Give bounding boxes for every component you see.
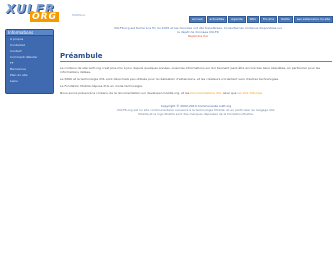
footer-line-3: Mozilla et le logo Mozilla sont des marq…: [138, 112, 254, 116]
paragraph-4-middle: ainsi que: [222, 91, 237, 95]
title-divider: [60, 61, 332, 62]
site-slogan: MOZILLA: [72, 13, 86, 17]
nav-accueil[interactable]: accueil: [188, 16, 206, 23]
site-logo[interactable]: XULFR ORG: [6, 2, 59, 24]
paragraph-1: Le contenu de site xulfr.org n'est plus …: [60, 66, 321, 74]
nav-outils[interactable]: Outils: [278, 16, 293, 23]
sidebar: Informations À propos Contactez Contact …: [5, 29, 54, 94]
nav-actualites[interactable]: actualités: [206, 16, 228, 23]
logo-text-org: ORG: [30, 12, 59, 22]
documentation-xul-link[interactable]: Documentations XUL: [190, 91, 222, 95]
xul-tutoriels-link[interactable]: les XUL Tutoriels: [237, 91, 262, 95]
paragraph-4-prefix: Nous avons préservé le contenu de la doc…: [60, 91, 190, 95]
nav-forums[interactable]: Forums: [259, 16, 278, 23]
paragraph-4: Nous avons préservé le contenu de la doc…: [60, 91, 332, 95]
top-navigation: accueil actualités Agenda Wiki Forums Ou…: [188, 16, 333, 23]
nav-wiki[interactable]: Wiki: [246, 16, 259, 23]
page-title: Préambule: [60, 52, 103, 60]
header: XULFR ORG MOZILLA accueil actualités Age…: [0, 0, 336, 24]
banner-link[interactable]: Rejoindre Xul: [62, 34, 334, 39]
info-banner: XULFR.org est fermé à la fin du 2025 et …: [62, 26, 334, 44]
nav-extensions[interactable]: Les extensions du site: [293, 16, 333, 23]
paragraph-3: La Fondation Mozilla dépose XUL en mode …: [60, 84, 143, 88]
paragraph-2: Le XPAK et la technologie XUL sont désor…: [60, 77, 279, 81]
footer: Copyright © 2002-2013 Communauté xulfr.o…: [62, 104, 330, 116]
sidebar-item-liens[interactable]: Liens: [6, 78, 53, 84]
nav-agenda[interactable]: Agenda: [228, 16, 246, 23]
